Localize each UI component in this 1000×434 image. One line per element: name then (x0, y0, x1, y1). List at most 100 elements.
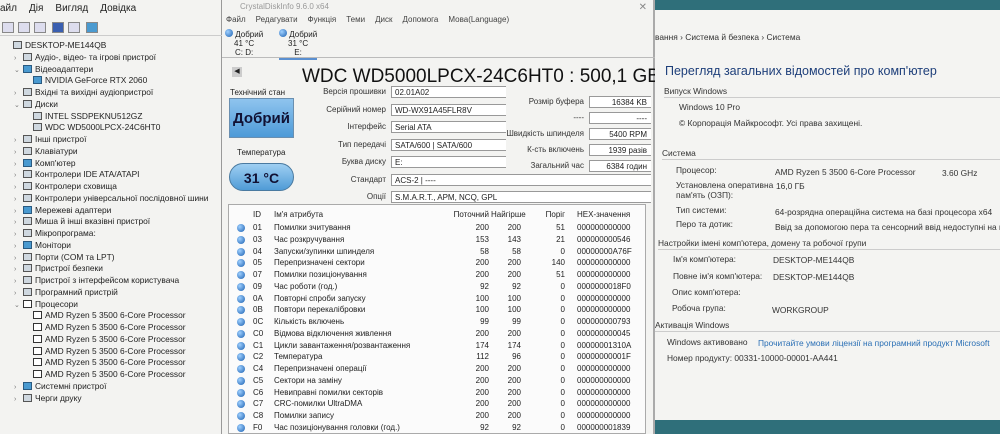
column-header-raw[interactable]: HEX-значення (577, 209, 630, 221)
chevron-right-icon[interactable]: › (14, 241, 23, 252)
tree-item[interactable]: ⌄ Диски (14, 99, 58, 110)
disk-tab-e[interactable]: Добрий 31 °C E: (279, 29, 318, 60)
tree-item[interactable]: › Аудіо-, відео- та ігрові пристрої (14, 52, 156, 63)
disk-tab-cd[interactable]: Добрий 41 °C C: D: (225, 29, 263, 57)
menu-file[interactable]: айл (0, 3, 17, 14)
column-header-threshold[interactable]: Поріг (529, 209, 565, 221)
menu-item[interactable]: Редагувати (256, 15, 298, 24)
tree-item[interactable]: › Системні пристрої (14, 381, 106, 392)
chevron-right-icon[interactable]: › (14, 229, 23, 240)
tree-item[interactable]: › Мікропрограма: (14, 228, 96, 239)
tree-item[interactable]: AMD Ryzen 5 3500 6-Core Processor (24, 334, 186, 345)
table-row[interactable]: 0B Повтори перекалібровки 100 100 0 000000000… (229, 304, 645, 316)
chevron-right-icon[interactable]: › (14, 382, 23, 393)
menu-item[interactable]: Диск (375, 15, 392, 24)
table-row[interactable]: 09 Час роботи (год.) 92 92 0 0000000018F0 (229, 281, 645, 293)
close-icon[interactable]: ✕ (639, 2, 647, 13)
help-icon[interactable] (52, 22, 64, 33)
health-status-button[interactable]: Добрий (229, 98, 294, 138)
menu-item[interactable]: Мова(Language) (448, 15, 509, 24)
tree-item[interactable]: › Контролери універсальної послідовної ши… (14, 193, 208, 204)
menu-item[interactable]: Допомога (402, 15, 438, 24)
tree-item[interactable]: › Монітори (14, 240, 71, 251)
tree-item[interactable]: › Порти (COM та LPT) (14, 252, 115, 263)
column-header-current[interactable]: Поточний (444, 209, 489, 221)
tree-item[interactable]: AMD Ryzen 5 3500 6-Core Processor (24, 369, 186, 380)
menu-item[interactable]: Теми (346, 15, 365, 24)
tree-item[interactable]: AMD Ryzen 5 3500 6-Core Processor (24, 346, 186, 357)
tree-item[interactable]: NVIDIA GeForce RTX 2060 (24, 75, 147, 86)
table-row[interactable]: 0C Кількість включень 99 99 0 000000000793 (229, 316, 645, 328)
column-header-name[interactable]: Ім'я атрибута (274, 209, 323, 221)
breadcrumb-item[interactable]: Система (767, 32, 801, 42)
tree-item[interactable]: › Миша й інші вказівні пристрої (14, 216, 150, 227)
tree-item[interactable]: ⌄ Відеоадаптери (14, 64, 93, 75)
tree-item[interactable]: › Пристрої безпеки (14, 263, 103, 274)
tree-item[interactable]: INTEL SSDPEKNU512GZ (24, 111, 142, 122)
scan-hardware-icon[interactable] (86, 22, 98, 33)
table-row[interactable]: 05 Перепризначені сектори 200 200 140 0000000… (229, 257, 645, 269)
tree-item[interactable]: › Інші пристрої (14, 134, 86, 145)
tree-item[interactable]: › Програмний пристрій (14, 287, 118, 298)
tree-item[interactable]: ⌄ Процесори (14, 299, 78, 310)
menu-item[interactable]: Функція (308, 15, 337, 24)
table-row[interactable]: C4 Перепризначені операції 200 200 0 00000000… (229, 363, 645, 375)
chevron-right-icon[interactable]: › (14, 276, 23, 287)
back-icon[interactable] (2, 22, 14, 33)
tree-item[interactable]: WDC WD5000LPCX-24C6HT0 (24, 122, 160, 133)
table-row[interactable]: C1 Цикли завантаження/розвантаження 174 174… (229, 340, 645, 352)
table-row[interactable]: C5 Сектори на заміну 200 200 0 000000000000 (229, 375, 645, 387)
chevron-right-icon[interactable]: › (14, 53, 23, 64)
tree-item[interactable]: › Контролери сховища (14, 181, 117, 192)
breadcrumb-item[interactable]: Система й безпека (685, 32, 759, 42)
column-header-id[interactable]: ID (253, 209, 261, 221)
chevron-right-icon[interactable]: › (14, 264, 23, 275)
menu-view[interactable]: Вигляд (55, 3, 88, 14)
breadcrumb-item[interactable]: вання (655, 32, 678, 42)
tree-item[interactable]: DESKTOP-ME144QB (4, 40, 106, 51)
tree-item[interactable]: AMD Ryzen 5 3500 6-Core Processor (24, 357, 186, 368)
chevron-down-icon[interactable]: ⌄ (14, 100, 23, 111)
table-row[interactable]: C2 Температура 112 96 0 00000000001F (229, 351, 645, 363)
column-header-worst[interactable]: Найгірше (491, 209, 526, 221)
menu-item[interactable]: Файл (226, 15, 246, 24)
tree-item[interactable]: › Пристрої з інтерфейсом користувача (14, 275, 179, 286)
license-link[interactable]: Прочитайте умови ліцензії на програмний … (758, 338, 990, 348)
table-row[interactable]: 07 Помилки позиціонування 200 200 51 00000000… (229, 269, 645, 281)
table-row[interactable]: 01 Помилки зчитування 200 200 51 000000000000 (229, 222, 645, 234)
table-row[interactable]: C6 Невиправні помилки секторів 200 200 0 0000… (229, 387, 645, 399)
chevron-down-icon[interactable]: ⌄ (14, 65, 23, 76)
table-row[interactable]: F0 Час позиціонування головки (год.) 92 92 0… (229, 422, 645, 434)
table-row[interactable]: C0 Відмова відключення живлення 200 200 0 000… (229, 328, 645, 340)
properties-icon[interactable] (34, 22, 46, 33)
tree-item[interactable]: › Черги друку (14, 393, 82, 404)
chevron-right-icon[interactable]: › (14, 194, 23, 205)
menu-action[interactable]: Дія (29, 3, 43, 14)
tree-item[interactable]: › Вхідні та вихідні аудіопристрої (14, 87, 153, 98)
chevron-right-icon[interactable]: › (14, 170, 23, 181)
table-row[interactable]: C7 CRC-помилки UltraDMA 200 200 0 00000000000… (229, 398, 645, 410)
tree-item[interactable]: › Контролери IDE ATA/ATAPI (14, 169, 140, 180)
temperature-button[interactable]: 31 °C (229, 163, 294, 191)
tree-item[interactable]: › Комп'ютер (14, 158, 76, 169)
chevron-right-icon[interactable]: › (14, 394, 23, 405)
chevron-down-icon[interactable]: ⌄ (14, 300, 23, 311)
menu-help[interactable]: Довідка (100, 3, 136, 14)
chevron-right-icon[interactable]: › (14, 182, 23, 193)
chevron-right-icon[interactable]: › (14, 159, 23, 170)
table-row[interactable]: 03 Час розкручування 153 143 21 000000000546 (229, 234, 645, 246)
chevron-right-icon[interactable]: › (14, 135, 23, 146)
chevron-right-icon[interactable]: › (14, 147, 23, 158)
table-row[interactable]: 0A Повторні спроби запуску 100 100 0 00000000… (229, 293, 645, 305)
tree-item[interactable]: › Мережеві адаптери (14, 205, 111, 216)
chevron-right-icon[interactable]: › (14, 206, 23, 217)
tree-item[interactable]: AMD Ryzen 5 3500 6-Core Processor (24, 310, 186, 321)
table-row[interactable]: C8 Помилки запису 200 200 0 000000000000 (229, 410, 645, 422)
forward-icon[interactable] (18, 22, 30, 33)
chevron-right-icon[interactable]: › (14, 288, 23, 299)
table-row[interactable]: 04 Запуски/зупинки шпинделя 58 58 0 00000000A… (229, 246, 645, 258)
tree-item[interactable]: AMD Ryzen 5 3500 6-Core Processor (24, 322, 186, 333)
view-icon[interactable] (68, 22, 80, 33)
chevron-right-icon[interactable]: › (14, 253, 23, 264)
tree-item[interactable]: › Клавіатури (14, 146, 78, 157)
